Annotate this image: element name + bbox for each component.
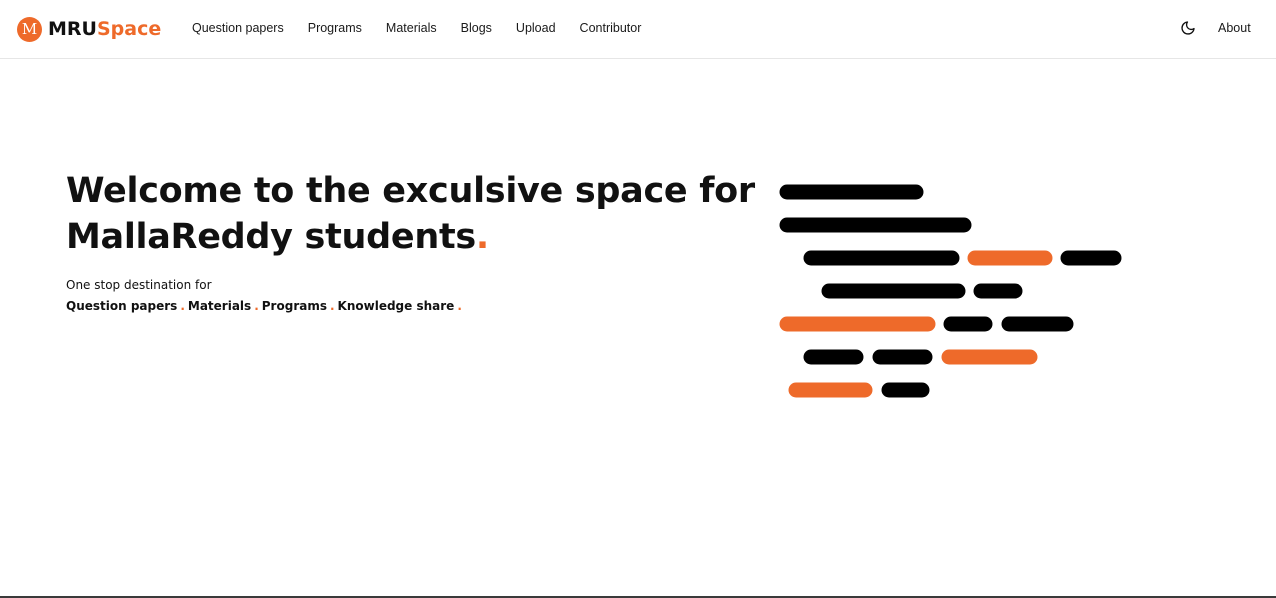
nav-contributor[interactable]: Contributor xyxy=(580,21,642,35)
nav-materials[interactable]: Materials xyxy=(386,21,437,35)
feature-separator: . xyxy=(180,299,185,313)
nav-question-papers[interactable]: Question papers xyxy=(192,21,284,35)
feature-knowledge-share: Knowledge share xyxy=(337,299,455,313)
feature-programs: Programs xyxy=(261,299,327,313)
brand-name: MRUSpace xyxy=(48,18,161,40)
nav-about[interactable]: About xyxy=(1218,21,1251,35)
feature-question-papers: Question papers xyxy=(66,299,178,313)
brand-logo[interactable]: M MRUSpace xyxy=(17,16,161,42)
hero-title-line2: MallaReddy students xyxy=(66,217,476,257)
top-navbar: M MRUSpace Question papers Programs Mate… xyxy=(0,0,1276,59)
brand-name-part2: Space xyxy=(96,18,162,40)
feature-materials: Materials xyxy=(187,299,252,313)
hero-title-dot: . xyxy=(475,217,489,257)
logo-badge-icon: M xyxy=(17,16,42,42)
nav-links: Question papers Programs Materials Blogs… xyxy=(192,21,641,35)
moon-icon xyxy=(1181,21,1195,35)
feature-list: Question papers. Materials. Programs. Knowl… xyxy=(66,299,465,313)
nav-upload[interactable]: Upload xyxy=(516,21,556,35)
hero-tagline: One stop destination for xyxy=(66,278,212,292)
brand-name-part1: MRU xyxy=(48,18,97,40)
feature-separator: . xyxy=(457,299,462,313)
theme-toggle-button[interactable] xyxy=(1180,20,1198,38)
hero-title-line1: Welcome to the exculsive space for xyxy=(66,171,755,211)
nav-programs[interactable]: Programs xyxy=(308,21,362,35)
feature-separator: . xyxy=(329,299,335,313)
hero-title: Welcome to the exculsive space for Malla… xyxy=(66,168,766,260)
code-bars-illustration xyxy=(779,184,1122,398)
feature-separator: . xyxy=(254,299,259,313)
nav-blogs[interactable]: Blogs xyxy=(461,21,492,35)
